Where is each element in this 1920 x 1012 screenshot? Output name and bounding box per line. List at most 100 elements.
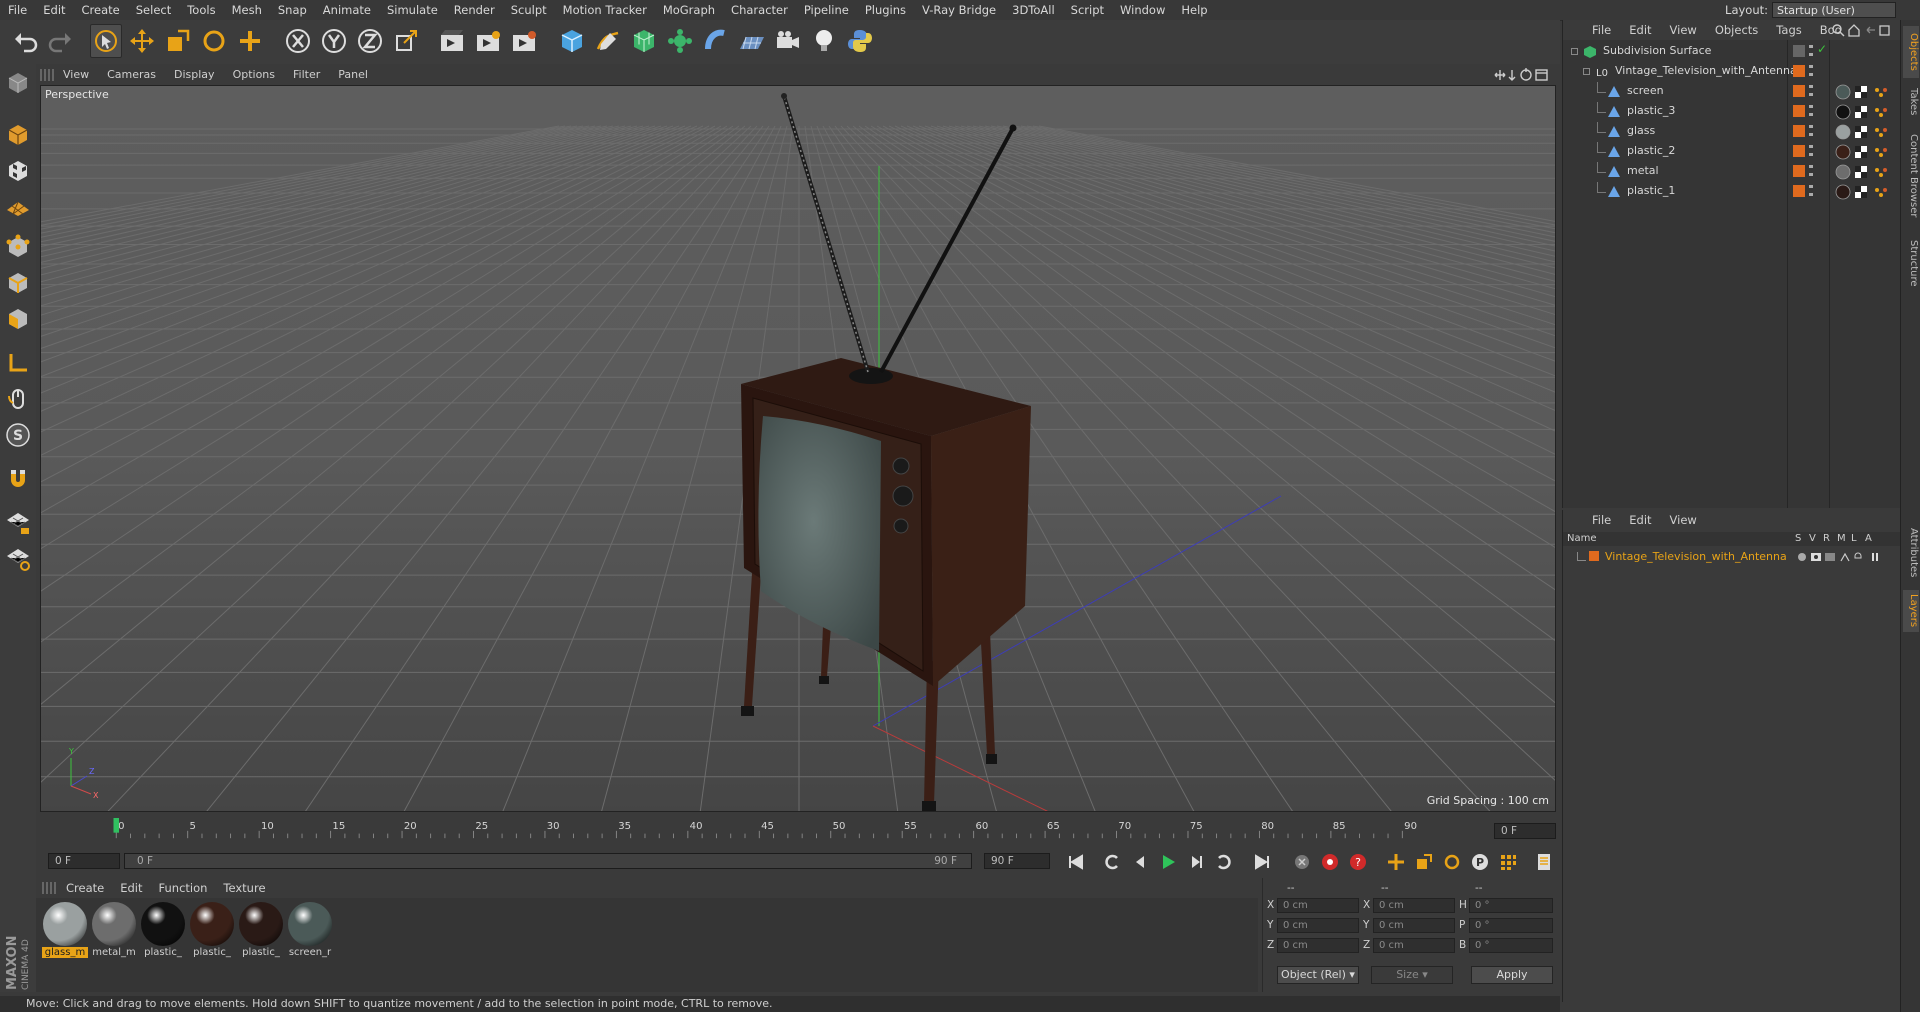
floor-icon[interactable] <box>736 24 768 58</box>
layer-toggle-icons[interactable] <box>1795 550 1899 564</box>
pen-spline-icon[interactable] <box>592 24 624 58</box>
menu-animate[interactable]: Animate <box>315 0 379 20</box>
layer-color-swatch[interactable] <box>1589 551 1599 561</box>
object-menu-tags[interactable]: Tags <box>1767 20 1810 40</box>
cube-icon[interactable] <box>556 24 588 58</box>
render-settings-icon[interactable] <box>508 24 540 58</box>
points-mode-icon[interactable] <box>3 232 33 262</box>
menu-tools[interactable]: Tools <box>179 0 223 20</box>
material-menu-function[interactable]: Function <box>151 878 216 898</box>
render-picture-viewer-icon[interactable] <box>472 24 504 58</box>
layer-color-swatch[interactable] <box>1793 125 1805 137</box>
material-menu-create[interactable]: Create <box>58 878 112 898</box>
object-row[interactable]: plastic_2 <box>1563 142 1901 162</box>
z-axis-icon[interactable] <box>354 24 386 58</box>
object-name[interactable]: screen <box>1627 84 1664 97</box>
polygons-mode-icon[interactable] <box>3 304 33 334</box>
material-tag-icons[interactable] <box>1835 104 1895 123</box>
visibility-dots-icon[interactable] <box>1809 185 1813 197</box>
visibility-dots-icon[interactable] <box>1809 85 1813 97</box>
object-row[interactable]: metal <box>1563 162 1901 182</box>
menu-render[interactable]: Render <box>446 0 503 20</box>
layer-menu-edit[interactable]: Edit <box>1620 510 1660 530</box>
key-scale-icon[interactable] <box>1412 850 1436 874</box>
menu-script[interactable]: Script <box>1063 0 1112 20</box>
visibility-dots-icon[interactable] <box>1809 165 1813 177</box>
layer-column-s[interactable]: S <box>1795 532 1801 546</box>
menu-mograph[interactable]: MoGraph <box>655 0 723 20</box>
search-icon[interactable] <box>1832 24 1845 37</box>
material-tag-icons[interactable] <box>1835 184 1895 203</box>
position-z-field[interactable]: 0 cm <box>1277 938 1359 953</box>
tweak-mode-icon[interactable] <box>3 384 33 414</box>
menu-3dtoall[interactable]: 3DToAll <box>1004 0 1063 20</box>
viewport-menu-options[interactable]: Options <box>224 66 284 84</box>
object-row[interactable]: Subdivision Surface ✓ <box>1563 42 1901 62</box>
viewport-menu-filter[interactable]: Filter <box>284 66 329 84</box>
object-name[interactable]: metal <box>1627 164 1659 177</box>
size-y-field[interactable]: 0 cm <box>1373 918 1455 933</box>
size-x-field[interactable]: 0 cm <box>1373 898 1455 913</box>
key-rotation-icon[interactable] <box>1440 850 1464 874</box>
material-swatch[interactable]: screen_r <box>287 902 333 958</box>
coordinate-mode-select[interactable]: Object (Rel) ▾ <box>1277 966 1359 984</box>
next-key-icon[interactable] <box>1212 850 1236 874</box>
move-icon[interactable] <box>126 24 158 58</box>
layer-color-swatch[interactable] <box>1793 145 1805 157</box>
menu-file[interactable]: File <box>0 0 35 20</box>
previous-frame-icon[interactable] <box>1128 850 1152 874</box>
layer-menu-file[interactable]: File <box>1583 510 1620 530</box>
timeline[interactable]: 0 5 10 15 20 25 30 35 40 45 50 55 60 65 70 75 80 85 90 <box>40 814 1556 848</box>
layer-column-l[interactable]: L <box>1851 532 1857 546</box>
key-pla-icon[interactable] <box>1496 850 1520 874</box>
material-tag-icons[interactable] <box>1835 164 1895 183</box>
menu-window[interactable]: Window <box>1112 0 1173 20</box>
layout-select[interactable]: Startup (User) <box>1772 2 1896 18</box>
viewport-menu-display[interactable]: Display <box>165 66 224 84</box>
material-swatch[interactable]: glass_m <box>42 902 88 958</box>
render-view-icon[interactable] <box>436 24 468 58</box>
menu-pipeline[interactable]: Pipeline <box>796 0 857 20</box>
material-menu-edit[interactable]: Edit <box>112 878 150 898</box>
deformer-icon[interactable] <box>700 24 732 58</box>
rotation-h-field[interactable]: 0 ° <box>1469 898 1553 913</box>
material-tag-icons[interactable] <box>1835 84 1895 103</box>
tab-layers[interactable]: Layers <box>1903 590 1919 632</box>
layer-color-swatch[interactable] <box>1793 105 1805 117</box>
enable-quantize-icon[interactable] <box>3 508 33 538</box>
object-row[interactable]: L0 Vintage_Television_with_Antenna <box>1563 62 1901 82</box>
timeline-window-icon[interactable] <box>1532 850 1556 874</box>
material-swatch[interactable]: plastic_ <box>189 902 235 958</box>
edges-mode-icon[interactable] <box>3 268 33 298</box>
size-mode-select[interactable]: Size ▾ <box>1371 966 1453 984</box>
y-axis-icon[interactable] <box>318 24 350 58</box>
viewport-menu-panel[interactable]: Panel <box>329 66 377 84</box>
playhead[interactable] <box>113 818 120 833</box>
layer-column-a[interactable]: A <box>1865 532 1872 546</box>
go-to-end-icon[interactable] <box>1250 850 1274 874</box>
timeline-ruler[interactable]: 0 5 10 15 20 25 30 35 40 45 50 55 60 65 70 75 80 85 90 <box>48 818 1488 840</box>
x-axis-icon[interactable] <box>282 24 314 58</box>
tab-attributes[interactable]: Attributes <box>1903 520 1919 586</box>
rotation-b-field[interactable]: 0 ° <box>1469 938 1553 953</box>
menu-snap[interactable]: Snap <box>270 0 315 20</box>
menu-motion-tracker[interactable]: Motion Tracker <box>555 0 655 20</box>
object-name[interactable]: Vintage_Television_with_Antenna <box>1615 64 1797 77</box>
mograph-cloner-icon[interactable] <box>664 24 696 58</box>
zoom-view-icon[interactable] <box>1508 70 1516 81</box>
menu-help[interactable]: Help <box>1173 0 1215 20</box>
rotation-p-field[interactable]: 0 ° <box>1469 918 1553 933</box>
go-to-start-icon[interactable] <box>1064 850 1088 874</box>
play-icon[interactable] <box>1156 850 1180 874</box>
material-menu-texture[interactable]: Texture <box>215 878 273 898</box>
object-menu-objects[interactable]: Objects <box>1706 20 1767 40</box>
position-x-field[interactable]: 0 cm <box>1277 898 1359 913</box>
redo-icon[interactable] <box>44 24 76 58</box>
object-name[interactable]: plastic_1 <box>1627 184 1675 197</box>
enable-check-icon[interactable] <box>1793 45 1805 57</box>
material-tag-icons[interactable] <box>1835 144 1895 163</box>
tab-objects[interactable]: Objects <box>1903 26 1919 78</box>
menu-character[interactable]: Character <box>723 0 796 20</box>
layer-column-v[interactable]: V <box>1809 532 1816 546</box>
visibility-dots-icon[interactable] <box>1809 65 1813 77</box>
